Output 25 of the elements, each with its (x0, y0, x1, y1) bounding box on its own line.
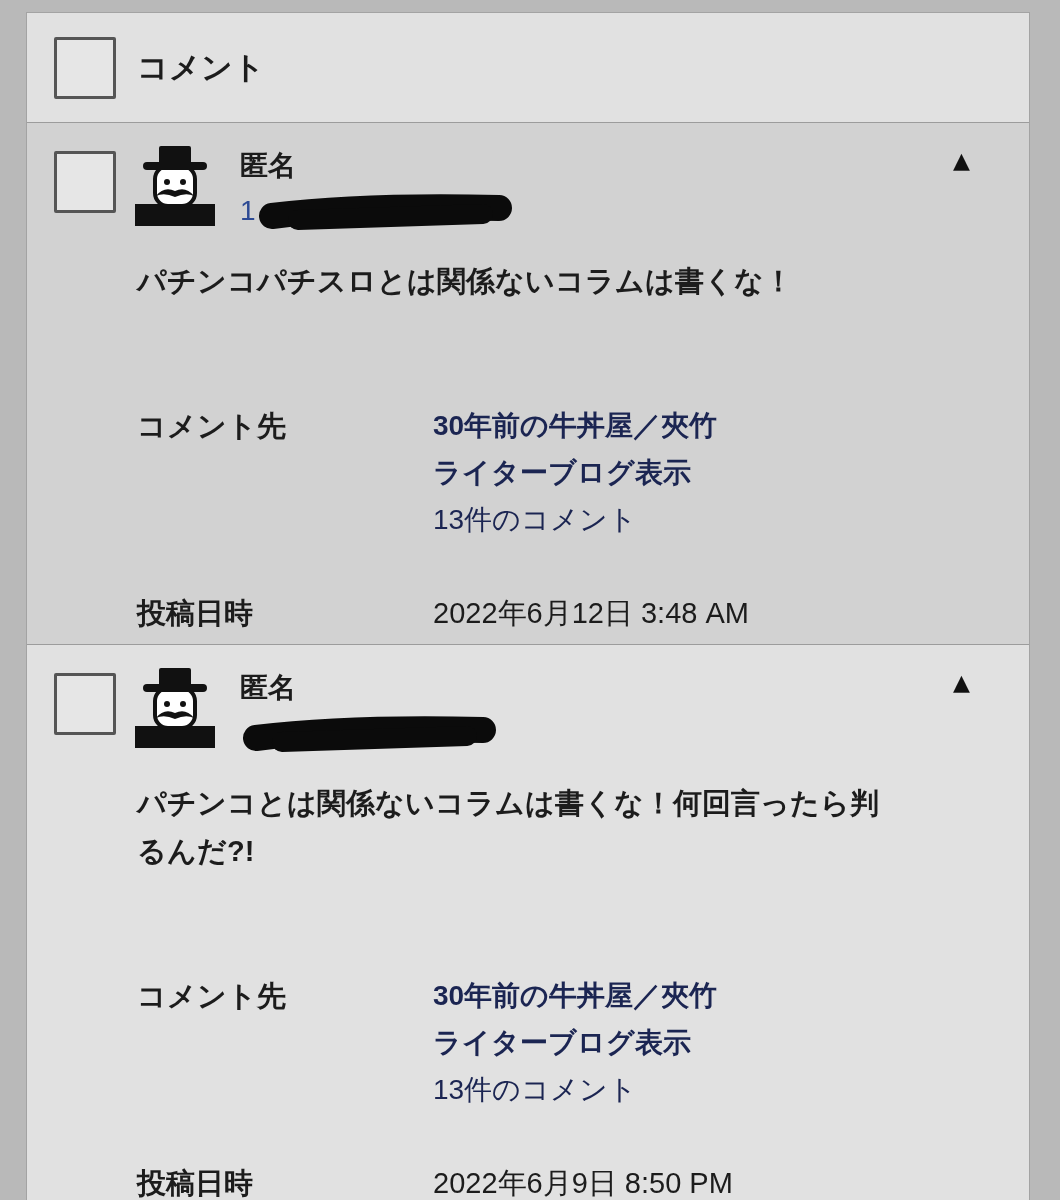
avatar-icon (135, 146, 215, 226)
submitted-date: 2022年6月9日 8:50 PM (433, 1166, 734, 1200)
writer-blog-link[interactable]: ライターブログ表示 (433, 449, 691, 496)
author-name: 匿名 (240, 149, 297, 183)
column-title: コメント (137, 48, 265, 87)
row-checkbox[interactable] (54, 151, 116, 213)
meta-label: 投稿日時 (137, 596, 254, 631)
comment-text: パチンコとは関係ないコラムは書くな！何回言ったら判るんだ?! (137, 786, 880, 869)
meta-label: コメント先 (137, 409, 287, 444)
meta-label: コメント先 (137, 979, 287, 1014)
toggle-button[interactable]: ▲ (945, 668, 978, 698)
comment-count-link[interactable]: 13件のコメント (433, 1066, 638, 1113)
meta-label: 投稿日時 (137, 1166, 254, 1200)
avatar-icon (135, 668, 215, 748)
toggle-button[interactable]: ▲ (945, 146, 978, 176)
comment-text: パチンコパチスロとは関係ないコラムは書くな！ (137, 264, 794, 299)
post-title-link[interactable]: 30年前の牛丼屋／夾竹 (433, 402, 718, 449)
writer-blog-link[interactable]: ライターブログ表示 (433, 1019, 691, 1066)
select-all-checkbox[interactable] (54, 36, 116, 99)
author-name: 匿名 (240, 671, 297, 705)
author-link[interactable]: 1 (240, 194, 256, 228)
comment-count-link[interactable]: 13件のコメント (433, 496, 638, 543)
post-title-link[interactable]: 30年前の牛丼屋／夾竹 (433, 972, 718, 1019)
row-checkbox[interactable] (54, 673, 116, 735)
submitted-date: 2022年6月12日 3:48 AM (433, 596, 750, 631)
